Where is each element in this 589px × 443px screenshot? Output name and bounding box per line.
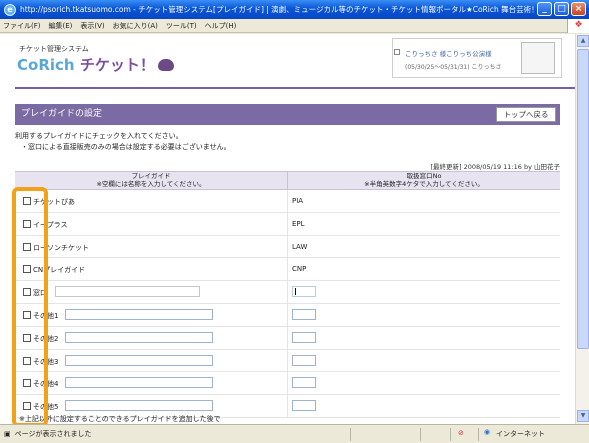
playguide-name-input[interactable] <box>65 331 213 343</box>
playguide-name-input[interactable] <box>55 286 200 298</box>
playguide-name-input[interactable] <box>65 354 213 366</box>
menu-view[interactable]: 表示(V) <box>80 21 104 31</box>
table-header: プレイガイド ※空欄には名称を入力してください。 取扱窓口No ※半角英数字4ケ… <box>15 172 560 190</box>
footnote: ※上記以外に設定することのできるプレイガイドを追加した後で <box>19 415 221 423</box>
menu-edit[interactable]: 編集(E) <box>49 21 73 31</box>
zone-label: インターネット <box>496 430 545 438</box>
header-playguide: プレイガイド ※空欄には名称を入力してください。 <box>96 172 206 188</box>
header-divider <box>15 87 575 89</box>
maximize-button[interactable]: □ <box>554 2 569 16</box>
login-user-link[interactable]: こりっちさ 様こりっち公演様 <box>405 48 492 58</box>
table-row: その他1 <box>15 303 560 327</box>
section-header: プレイガイドの設定 トップへ戻る <box>15 104 560 125</box>
table-row: CNプレイガイド CNP <box>15 258 560 282</box>
instruction-line-2: ・窓口による直接販売のみの場合は設定する必要はございません。 <box>21 143 231 151</box>
playguide-name-input[interactable] <box>65 377 213 389</box>
playguide-name-input[interactable] <box>65 308 213 320</box>
window-no-input[interactable] <box>292 377 316 389</box>
page-icon: ▣ <box>4 430 11 438</box>
menu-tools[interactable]: ツール(T) <box>166 21 197 31</box>
table-row: チケットぴあ PIA <box>15 190 560 213</box>
vertical-scrollbar[interactable]: ▲ ▼ <box>575 34 589 424</box>
section-title: プレイガイドの設定 <box>21 109 103 119</box>
scroll-up-arrow-icon[interactable]: ▲ <box>577 35 589 47</box>
table-row: 窓口 <box>15 281 560 304</box>
last-updated: [最終更新] 2008/05/19 11:16 by 山田花子 <box>430 163 560 171</box>
checkbox-column-highlight <box>12 187 48 427</box>
playguide-code: CNP <box>292 265 307 274</box>
status-bar: ▣ ページが表示されました ⊘ ◉ インターネット <box>0 424 589 443</box>
table-row: イープラス EPL <box>15 212 560 236</box>
window-no-input[interactable] <box>292 400 316 412</box>
window-titlebar[interactable]: e http://psorich.tkatsuomo.com - チケット管理シ… <box>0 0 589 19</box>
window-no-input[interactable] <box>292 354 316 366</box>
table-row: その他3 <box>15 349 560 373</box>
back-to-top-button[interactable]: トップへ戻る <box>496 107 556 122</box>
window-no-input[interactable] <box>292 331 316 343</box>
table-row: ローソンチケット LAW <box>15 235 560 259</box>
corich-logo[interactable]: CoRich チケット！ <box>17 54 174 75</box>
login-period: (05/30/25〜05/31/31) こりっちさ <box>405 64 502 71</box>
window-title: http://psorich.tkatsuomo.com - チケット管理システ… <box>20 5 550 14</box>
login-checkbox[interactable] <box>394 49 400 55</box>
minimize-button[interactable]: _ <box>537 2 552 16</box>
menu-favorites[interactable]: お気に入り(A) <box>113 21 158 31</box>
window-no-input[interactable] <box>292 286 316 298</box>
table-row: その他2 <box>15 326 560 350</box>
scrollbar-thumb[interactable] <box>577 49 589 349</box>
globe-icon: ◉ <box>484 428 491 436</box>
bird-mascot-icon <box>157 59 174 71</box>
playguide-name-input[interactable] <box>65 400 213 412</box>
close-button[interactable]: × <box>571 2 586 16</box>
header-window-no: 取扱窓口No ※半角英数字4ケタで入力してください。 <box>287 172 560 189</box>
user-thumbnail <box>521 42 555 74</box>
table-row: その他4 <box>15 372 560 396</box>
system-name: チケット管理システム <box>19 45 89 53</box>
ie-logo-icon: e <box>4 3 16 16</box>
text-caret <box>295 288 296 296</box>
playguide-table: プレイガイド ※空欄には名称を入力してください。 取扱窓口No ※半角英数字4ケ… <box>15 171 560 418</box>
instruction-line-1: 利用するプレイガイドにチェックを入れてください。 <box>15 132 183 140</box>
menu-bar: ファイル(F) 編集(E) 表示(V) お気に入り(A) ツール(T) ヘルプ(… <box>0 19 589 33</box>
menu-help[interactable]: ヘルプ(H) <box>205 21 237 31</box>
security-lock-icon: ⊘ <box>458 429 464 437</box>
playguide-code: PIA <box>292 197 304 205</box>
windows-logo-icon: ❖ <box>567 19 589 33</box>
playguide-code: LAW <box>292 242 308 251</box>
login-info-box: こりっちさ 様こりっち公演様 (05/30/25〜05/31/31) こりっちさ <box>392 38 562 78</box>
browser-viewport: チケット管理システム CoRich チケット！ こりっちさ 様こりっち公演様 (… <box>0 34 575 424</box>
playguide-code: EPL <box>292 219 305 228</box>
menu-file[interactable]: ファイル(F) <box>3 21 41 31</box>
window-no-input[interactable] <box>292 308 316 320</box>
status-text: ページが表示されました <box>14 430 92 438</box>
scroll-down-arrow-icon[interactable]: ▼ <box>577 410 589 422</box>
